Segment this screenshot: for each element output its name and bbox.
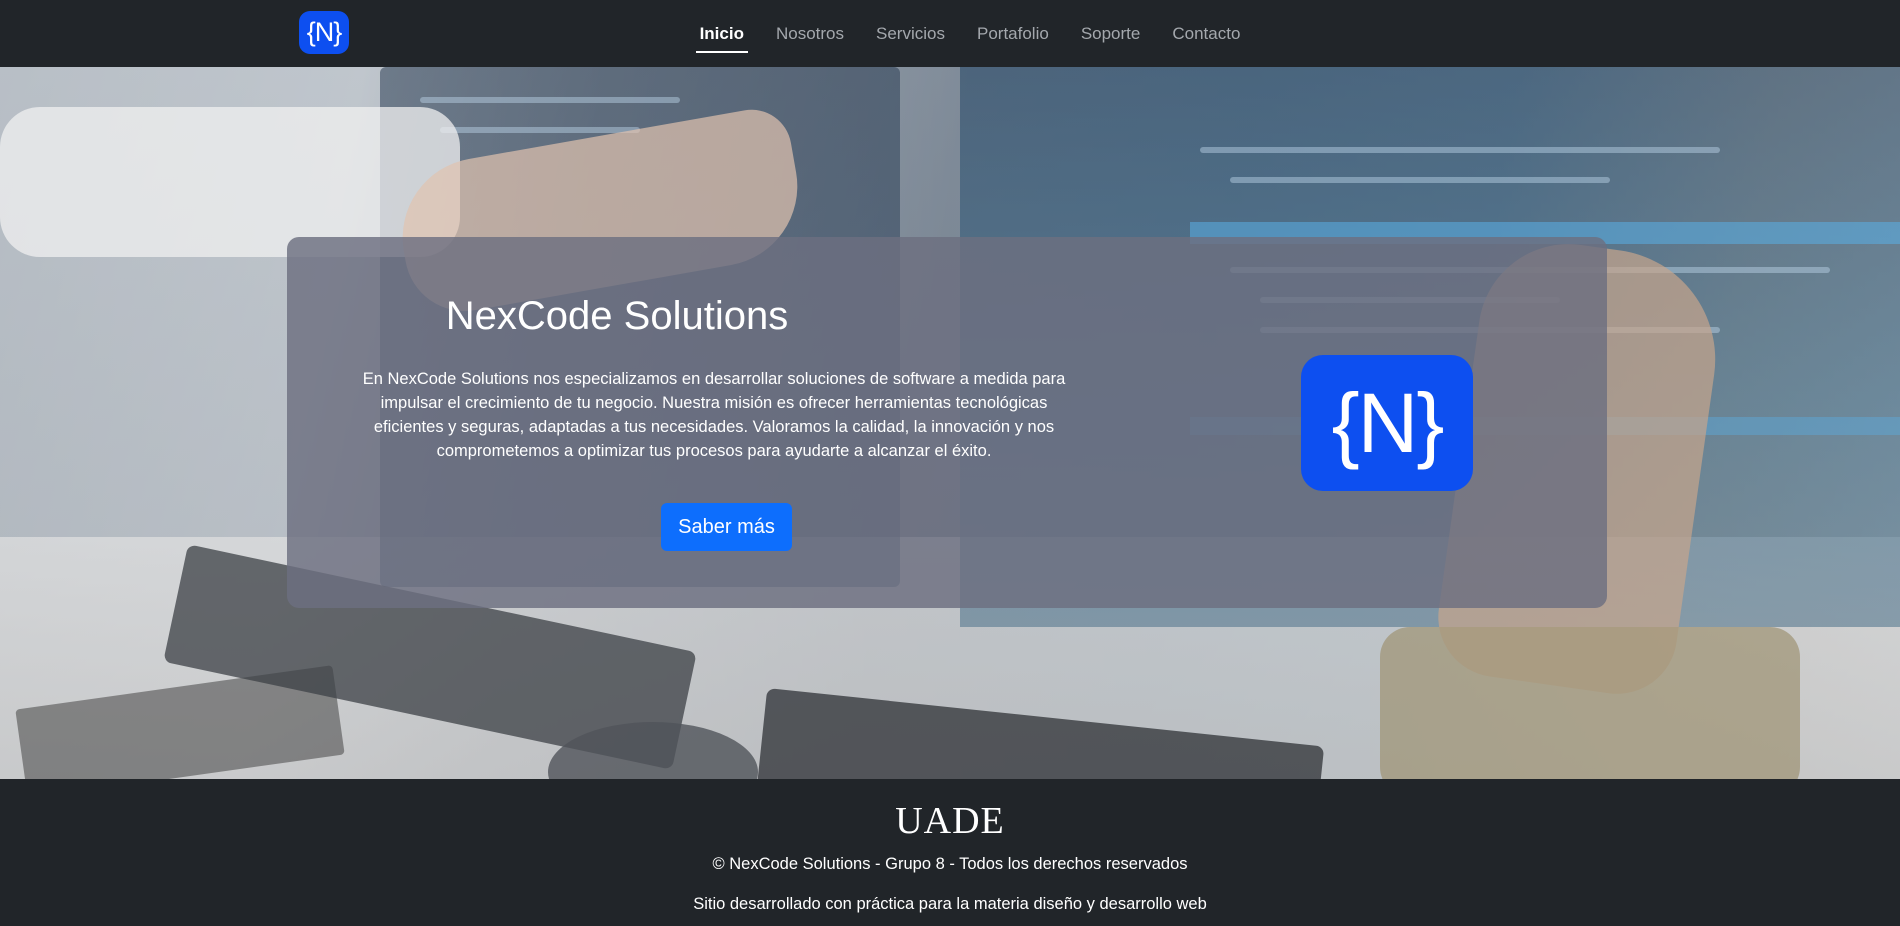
background-code-line	[1200, 147, 1720, 153]
saber-mas-button[interactable]: Saber más	[661, 503, 792, 551]
footer-copyright: © NexCode Solutions - Grupo 8 - Todos lo…	[712, 855, 1188, 873]
hero-card: NexCode Solutions En NexCode Solutions n…	[287, 237, 1607, 608]
background-code-line	[440, 127, 640, 133]
footer-credit: Sitio desarrollado con práctica para la …	[693, 895, 1207, 913]
nav-item-portafolio[interactable]: Portafolio	[961, 0, 1065, 67]
nav-item-servicios[interactable]: Servicios	[860, 0, 961, 67]
nav-item-inicio[interactable]: Inicio	[684, 0, 760, 67]
uade-logo: UADE	[895, 800, 1005, 842]
hero-title: NexCode Solutions	[445, 294, 789, 338]
background-code-line	[1230, 177, 1610, 183]
background-code-line	[420, 97, 680, 103]
background-arm-left	[0, 107, 460, 257]
nexcode-logo-icon: {N}	[1301, 355, 1473, 491]
hero-description: En NexCode Solutions nos especializamos …	[362, 370, 1066, 460]
nav-item-nosotros[interactable]: Nosotros	[760, 0, 860, 67]
navbar: {N} Inicio Nosotros Servicios Portafolio…	[0, 0, 1900, 67]
nav-item-contacto[interactable]: Contacto	[1156, 0, 1256, 67]
footer: UADE © NexCode Solutions - Grupo 8 - Tod…	[0, 779, 1900, 926]
nav-item-soporte[interactable]: Soporte	[1065, 0, 1157, 67]
background-arm-right	[1380, 627, 1800, 779]
hero-section: NexCode Solutions En NexCode Solutions n…	[0, 67, 1900, 779]
main-nav: Inicio Nosotros Servicios Portafolio Sop…	[0, 0, 1900, 67]
